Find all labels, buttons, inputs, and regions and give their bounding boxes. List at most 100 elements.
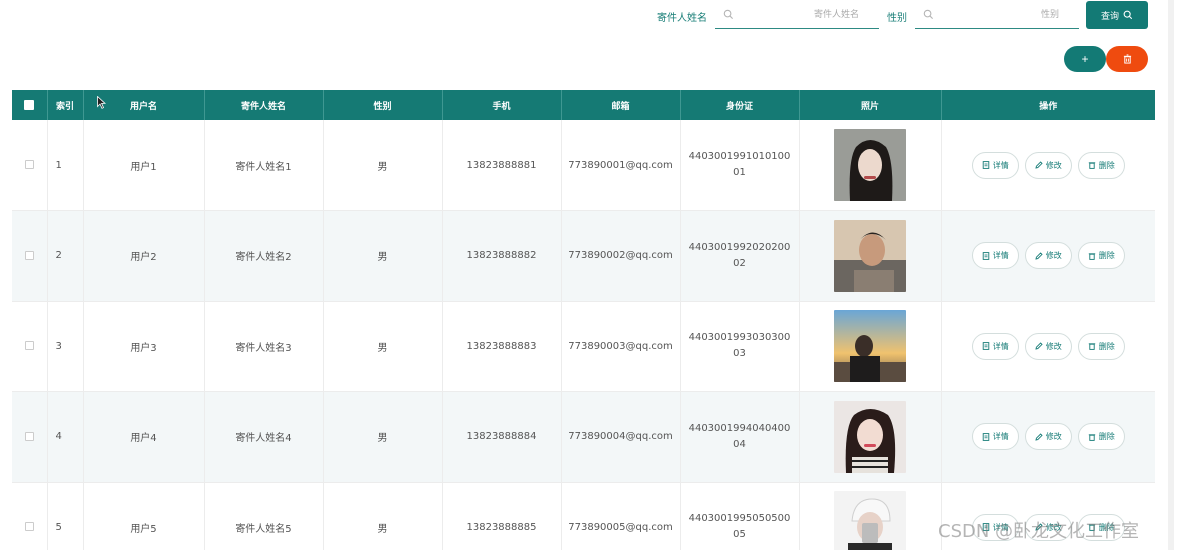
column-header-email: 邮箱 bbox=[561, 90, 681, 120]
user-photo bbox=[834, 310, 906, 383]
detail-button-label: 详情 bbox=[992, 251, 1009, 261]
edit-button-label: 修改 bbox=[1045, 341, 1062, 351]
row-checkbox[interactable] bbox=[24, 160, 34, 169]
phone-cell: 13823888881 bbox=[442, 120, 562, 211]
gender-input[interactable] bbox=[939, 6, 1079, 24]
pencil-icon bbox=[1035, 161, 1043, 169]
column-header-photo: 照片 bbox=[799, 90, 942, 120]
phone-cell: 13823888884 bbox=[442, 391, 562, 483]
search-icon bbox=[923, 9, 934, 20]
sender-name-label: 寄件人姓名 bbox=[657, 13, 707, 24]
document-icon bbox=[982, 251, 989, 260]
delete-button[interactable]: 删除 bbox=[1077, 332, 1125, 360]
detail-button[interactable]: 详情 bbox=[971, 332, 1019, 360]
query-button-label: 查询 bbox=[1100, 11, 1119, 22]
detail-button-label: 详情 bbox=[992, 160, 1009, 170]
table-row: 1 用户1 寄件人姓名1 男 13823888881 773890001@qq.com 44… bbox=[12, 120, 1155, 211]
email-cell: 773890001@qq.com bbox=[561, 120, 681, 211]
sender-name-cell: 寄件人姓名1 bbox=[204, 120, 324, 211]
detail-button-label: 详情 bbox=[992, 341, 1009, 351]
email-cell: 773890002@qq.com bbox=[561, 210, 681, 302]
pencil-icon bbox=[1035, 252, 1043, 260]
photo-cell bbox=[799, 210, 942, 302]
select-all-cell[interactable] bbox=[12, 90, 48, 120]
row-checkbox[interactable] bbox=[24, 341, 34, 351]
row-select-cell[interactable] bbox=[12, 210, 48, 302]
index-cell: 4 bbox=[47, 391, 84, 483]
sender-name-cell: 寄件人姓名5 bbox=[204, 482, 324, 550]
gender-cell: 男 bbox=[323, 391, 443, 483]
row-checkbox[interactable] bbox=[24, 522, 34, 532]
row-checkbox[interactable] bbox=[24, 250, 34, 260]
delete-button[interactable]: 删除 bbox=[1077, 242, 1125, 270]
edit-button-label: 修改 bbox=[1045, 160, 1062, 170]
user-photo bbox=[834, 129, 906, 201]
username-cell: 用户4 bbox=[83, 391, 205, 483]
table-row: 2 用户2 寄件人姓名2 男 13823888882 773890002@qq.com 44… bbox=[12, 210, 1155, 302]
email-cell: 773890005@qq.com bbox=[561, 482, 681, 550]
gender-search-box bbox=[915, 2, 1079, 29]
gender-cell: 男 bbox=[323, 482, 443, 550]
sender-name-input[interactable] bbox=[739, 6, 879, 24]
photo-cell bbox=[799, 301, 942, 392]
row-select-cell[interactable] bbox=[12, 120, 48, 211]
photo-cell bbox=[799, 120, 942, 211]
select-all-checkbox[interactable] bbox=[24, 99, 35, 110]
gender-cell: 男 bbox=[323, 120, 443, 211]
phone-cell: 13823888885 bbox=[442, 482, 562, 550]
detail-button[interactable]: 详情 bbox=[971, 151, 1019, 179]
actions-cell: 详情 修改 删除 bbox=[941, 120, 1155, 211]
gender-cell: 男 bbox=[323, 210, 443, 302]
trash-icon bbox=[1088, 343, 1095, 351]
column-header-phone: 手机 bbox=[442, 90, 562, 120]
actions-cell: 详情 修改 删除 bbox=[941, 301, 1155, 392]
phone-cell: 13823888882 bbox=[442, 210, 562, 302]
edit-button[interactable]: 修改 bbox=[1024, 151, 1072, 179]
user-photo bbox=[834, 400, 906, 473]
watermark: CSDN @卧龙文化工作室 bbox=[938, 521, 1140, 542]
edit-button-label: 修改 bbox=[1045, 432, 1062, 442]
gender-label: 性别 bbox=[887, 13, 907, 24]
plus-icon: + bbox=[1081, 52, 1089, 66]
photo-cell bbox=[799, 391, 942, 483]
query-button[interactable]: 查询 bbox=[1086, 1, 1148, 29]
add-button[interactable]: + bbox=[1064, 46, 1106, 72]
detail-button[interactable]: 详情 bbox=[971, 242, 1019, 270]
username-cell: 用户3 bbox=[83, 301, 205, 392]
column-header-gender: 性别 bbox=[323, 90, 443, 120]
user-photo bbox=[834, 491, 906, 550]
column-header-actions: 操作 bbox=[1039, 101, 1058, 112]
sender-name-search-box bbox=[715, 2, 879, 29]
delete-button-label: 删除 bbox=[1098, 432, 1115, 442]
edit-button[interactable]: 修改 bbox=[1024, 423, 1072, 451]
search-bar: 寄件人姓名 性别 查询 bbox=[0, 0, 1185, 40]
row-select-cell[interactable] bbox=[12, 301, 48, 392]
delete-button[interactable]: 删除 bbox=[1077, 423, 1125, 451]
row-checkbox[interactable] bbox=[24, 431, 34, 441]
detail-button[interactable]: 详情 bbox=[971, 423, 1019, 451]
index-cell: 3 bbox=[47, 301, 84, 392]
column-header-id-card: 身份证 bbox=[680, 90, 800, 120]
user-table: 索引 用户名 寄件人姓名 性别 手机 邮箱 身份证 照片 操作 1 用户1 寄件人姓… bbox=[12, 90, 1155, 550]
row-select-cell[interactable] bbox=[12, 391, 48, 483]
delete-button-label: 删除 bbox=[1098, 341, 1115, 351]
table-header-row: 索引 用户名 寄件人姓名 性别 手机 邮箱 身份证 照片 操作 bbox=[12, 90, 1155, 120]
id-card-cell: 440300199101010001 bbox=[680, 120, 800, 211]
column-header-sender-name: 寄件人姓名 bbox=[204, 90, 324, 120]
delete-button[interactable]: 删除 bbox=[1077, 151, 1125, 179]
gender-cell: 男 bbox=[323, 301, 443, 392]
edit-button[interactable]: 修改 bbox=[1024, 242, 1072, 270]
trash-icon bbox=[1088, 162, 1095, 169]
id-card-cell: 440300199404040004 bbox=[680, 391, 800, 483]
edit-button[interactable]: 修改 bbox=[1024, 332, 1072, 360]
id-card-cell: 440300199303030003 bbox=[680, 301, 800, 392]
page-scrollbar[interactable] bbox=[1168, 0, 1174, 550]
id-card-cell: 440300199505050005 bbox=[680, 482, 800, 550]
delete-button-label: 删除 bbox=[1098, 160, 1115, 170]
sender-name-cell: 寄件人姓名3 bbox=[204, 301, 324, 392]
table-row: 4 用户4 寄件人姓名4 男 13823888884 773890004@qq.com 44… bbox=[12, 391, 1155, 483]
id-card-cell: 440300199202020002 bbox=[680, 210, 800, 302]
batch-delete-button[interactable] bbox=[1106, 46, 1148, 72]
row-select-cell[interactable] bbox=[12, 482, 48, 550]
username-cell: 用户5 bbox=[83, 482, 205, 550]
